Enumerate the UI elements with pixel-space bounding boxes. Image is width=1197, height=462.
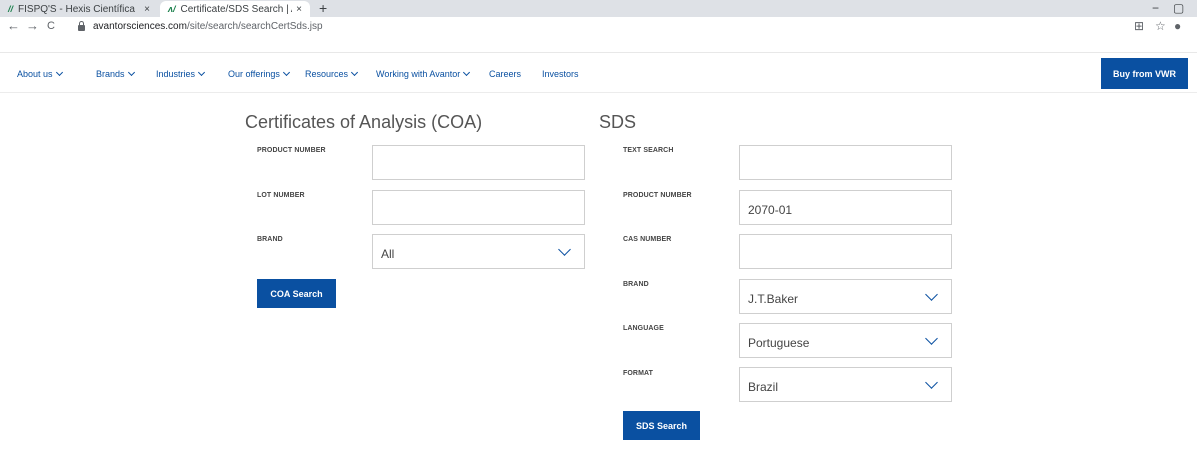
chevron-down-icon	[282, 68, 290, 77]
profile-icon[interactable]: ●	[1174, 18, 1181, 34]
sds-format-value: Brazil	[748, 379, 779, 394]
sds-cas-number-label: CAS NUMBER	[623, 236, 672, 243]
avantor-favicon: ʌ/	[168, 4, 176, 14]
sds-product-number-input[interactable]: 2070-01	[739, 190, 952, 225]
nav-industries[interactable]: Industries	[156, 68, 206, 79]
coa-search-button[interactable]: COA Search	[257, 279, 336, 308]
coa-brand-value: All	[381, 246, 395, 261]
sds-brand-label: BRAND	[623, 281, 649, 288]
url-path: /site/search/searchCertSds.jsp	[186, 21, 323, 32]
coa-title: Certificates of Analysis (COA)	[245, 112, 483, 132]
coa-brand-label: BRAND	[257, 236, 283, 243]
sds-product-number-label: PRODUCT NUMBER	[623, 192, 692, 199]
chevron-down-icon	[925, 332, 938, 345]
nav-resources[interactable]: Resources	[305, 68, 359, 79]
back-icon[interactable]: ←	[7, 17, 20, 35]
chevron-down-icon	[127, 68, 135, 77]
chevron-down-icon	[55, 68, 63, 77]
sds-format-select[interactable]: Brazil	[739, 367, 952, 402]
coa-lot-number-label: LOT NUMBER	[257, 192, 305, 199]
sds-brand-value: J.T.Baker	[748, 291, 799, 306]
browser-tabstrip: // FISPQ'S - Hexis Científica × ʌ/ Certi…	[0, 0, 1197, 17]
coa-brand-select[interactable]: All	[372, 234, 585, 269]
close-icon[interactable]: ×	[292, 4, 306, 15]
star-icon[interactable]: ☆	[1155, 18, 1166, 34]
chevron-down-icon	[558, 243, 571, 256]
tab-avantor[interactable]: ʌ/ Certificate/SDS Search | Avantor ×	[160, 1, 310, 17]
sds-language-label: LANGUAGE	[623, 325, 664, 332]
sds-brand-select[interactable]: J.T.Baker	[739, 279, 952, 314]
coa-product-number-input[interactable]	[372, 145, 585, 180]
chevron-down-icon	[925, 288, 938, 301]
nav-our-offerings[interactable]: Our offerings	[228, 68, 290, 79]
sds-format-label: FORMAT	[623, 370, 654, 377]
sds-language-select[interactable]: Portuguese	[739, 323, 952, 358]
minimize-icon[interactable]: −	[1152, 1, 1159, 15]
tab-hexis[interactable]: // FISPQ'S - Hexis Científica ×	[0, 1, 158, 17]
coa-product-number-label: PRODUCT NUMBER	[257, 147, 326, 154]
tab-title: Certificate/SDS Search | Avantor	[180, 3, 292, 15]
coa-lot-number-input[interactable]	[372, 190, 585, 225]
address-bar[interactable]: avantorsciences.com/site/search/searchCe…	[78, 18, 1098, 35]
browser-toolbar: ← → C avantorsciences.com/site/search/se…	[0, 17, 1197, 53]
url-host: avantorsciences.com	[93, 21, 187, 32]
hexis-favicon: //	[8, 4, 14, 14]
forward-icon[interactable]: →	[26, 17, 39, 35]
chevron-down-icon	[925, 376, 938, 389]
site-nav: About us Brands Industries Our offerings…	[0, 53, 1197, 93]
lock-icon	[78, 21, 85, 31]
sds-search-button[interactable]: SDS Search	[623, 411, 700, 440]
restore-icon[interactable]: ▢	[1173, 1, 1184, 15]
sds-text-search-input[interactable]	[739, 145, 952, 180]
translate-icon[interactable]: ⊞	[1134, 18, 1144, 34]
nav-working-with-avantor[interactable]: Working with Avantor	[376, 68, 471, 79]
chevron-down-icon	[463, 68, 471, 77]
nav-brands[interactable]: Brands	[96, 68, 135, 79]
nav-careers[interactable]: Careers	[489, 69, 521, 79]
close-icon[interactable]: ×	[140, 4, 154, 15]
sds-text-search-label: TEXT SEARCH	[623, 147, 674, 154]
reload-icon[interactable]: C	[47, 17, 55, 35]
sds-title: SDS	[599, 112, 637, 132]
nav-investors[interactable]: Investors	[542, 69, 579, 79]
sds-language-value: Portuguese	[748, 335, 810, 350]
nav-about-us[interactable]: About us	[17, 68, 63, 79]
chevron-down-icon	[350, 68, 359, 77]
tab-title: FISPQ'S - Hexis Científica	[18, 3, 135, 15]
new-tab-icon[interactable]: +	[319, 1, 327, 16]
sds-cas-number-input[interactable]	[739, 234, 952, 269]
buy-from-vwr-button[interactable]: Buy from VWR	[1101, 58, 1188, 89]
chevron-down-icon	[197, 68, 206, 77]
